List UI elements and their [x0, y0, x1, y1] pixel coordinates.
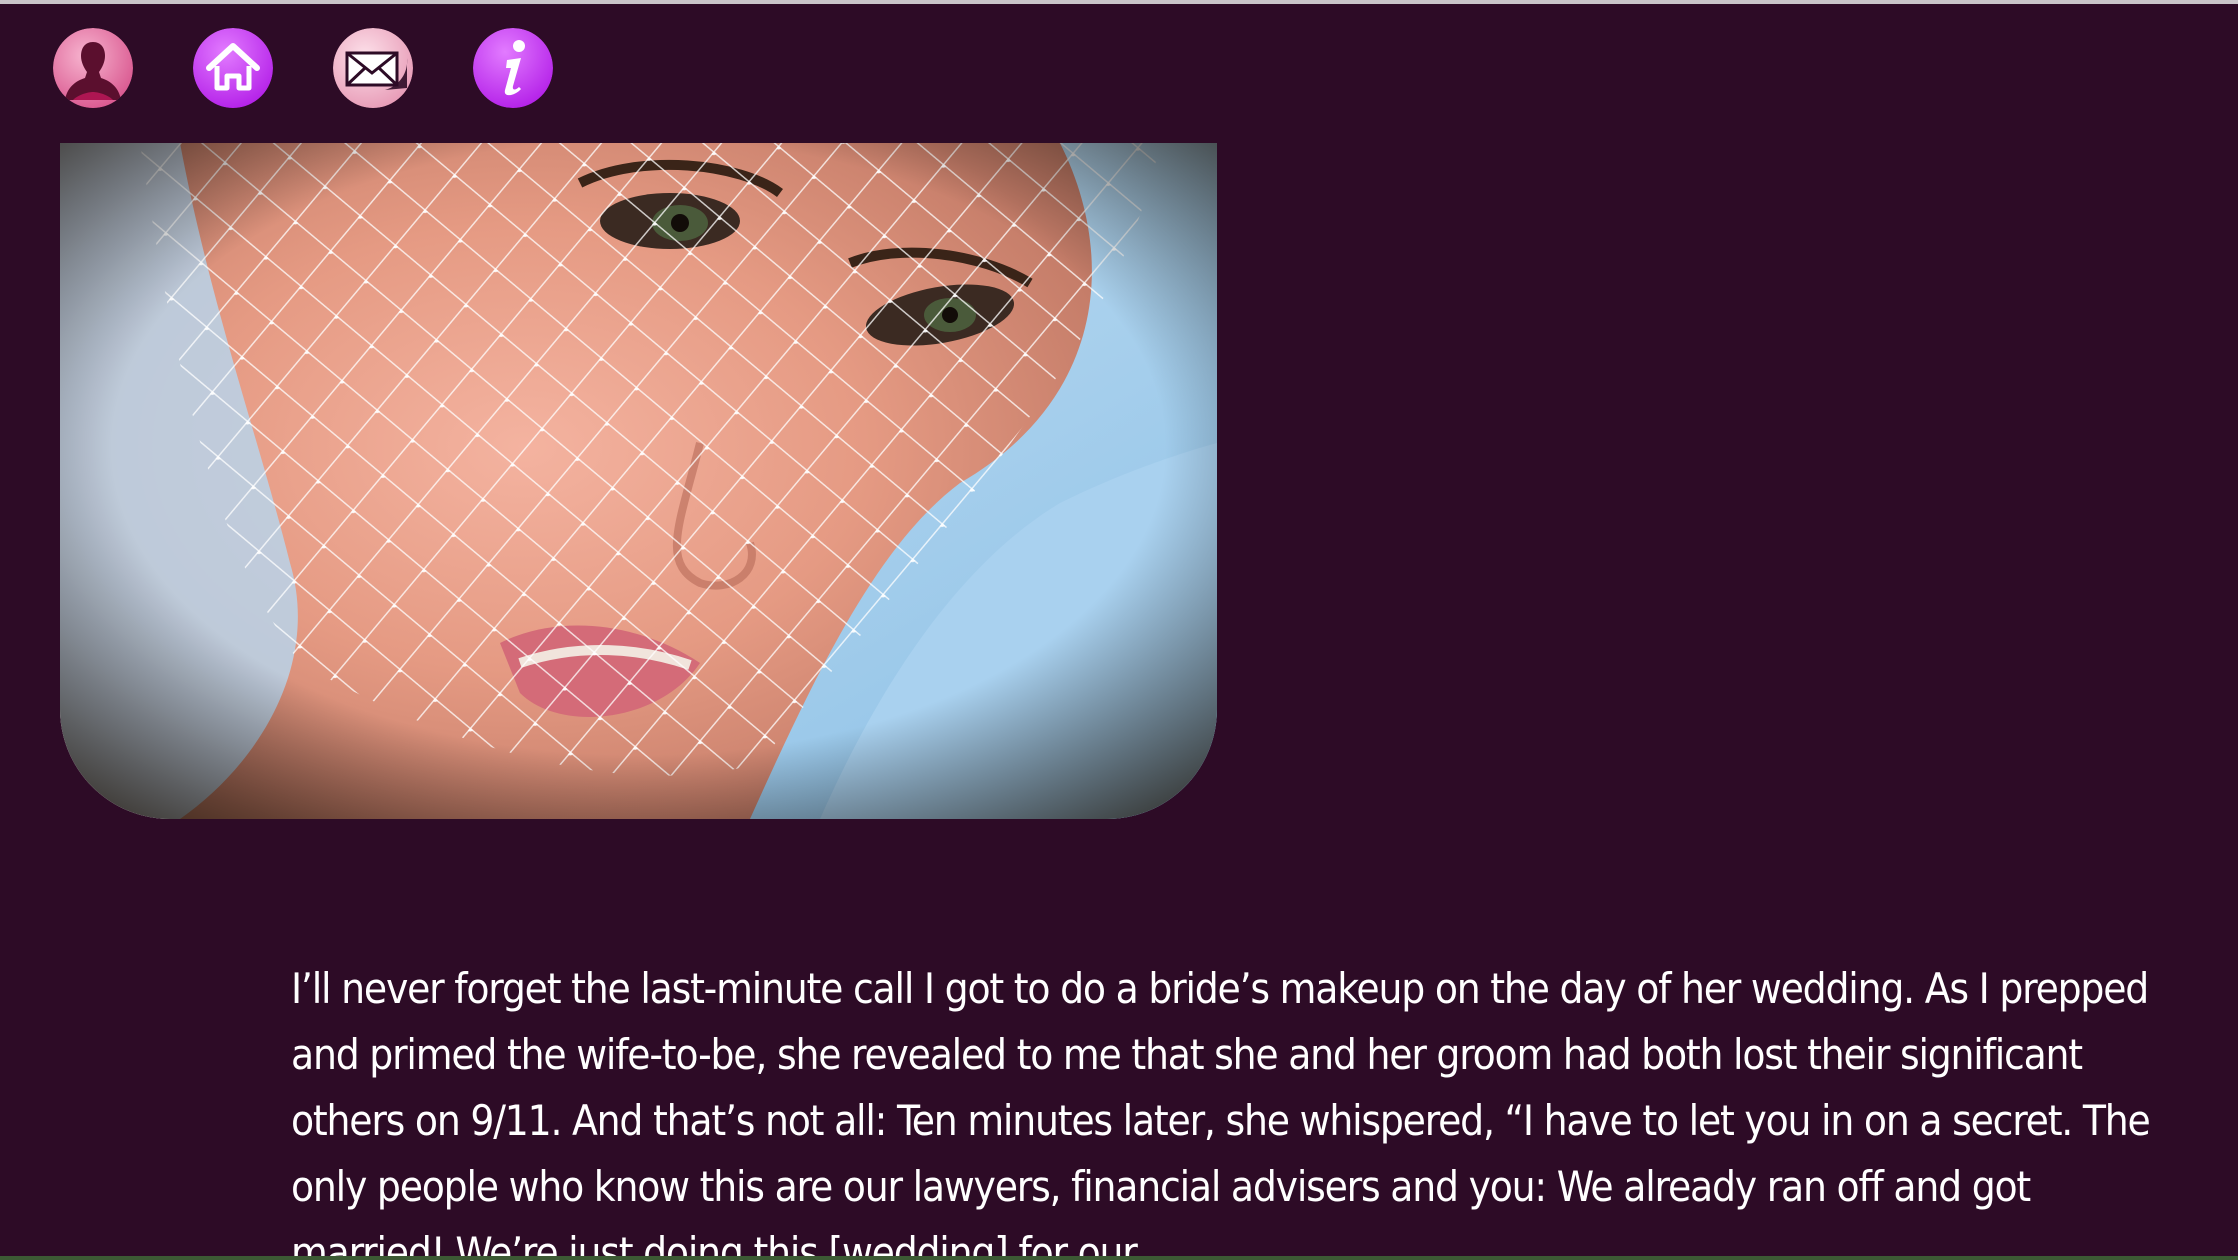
home-icon [193, 28, 273, 108]
nav-home-button[interactable] [193, 28, 273, 108]
article-content: I’ll never forget the last-minute call I… [291, 956, 2191, 1256]
info-icon [473, 28, 553, 108]
window-top-edge [0, 0, 2238, 4]
window-bottom-edge [0, 1256, 2238, 1260]
profile-silhouette-icon [53, 28, 133, 108]
envelope-icon [333, 28, 413, 108]
nav-mail-button[interactable] [333, 28, 413, 108]
hero-photo [60, 143, 1217, 819]
nav-info-button[interactable] [473, 28, 553, 108]
article-paragraph: I’ll never forget the last-minute call I… [291, 964, 2151, 1256]
bride-veil-photo-image [60, 143, 1217, 819]
nav-profile-button[interactable] [53, 28, 133, 108]
